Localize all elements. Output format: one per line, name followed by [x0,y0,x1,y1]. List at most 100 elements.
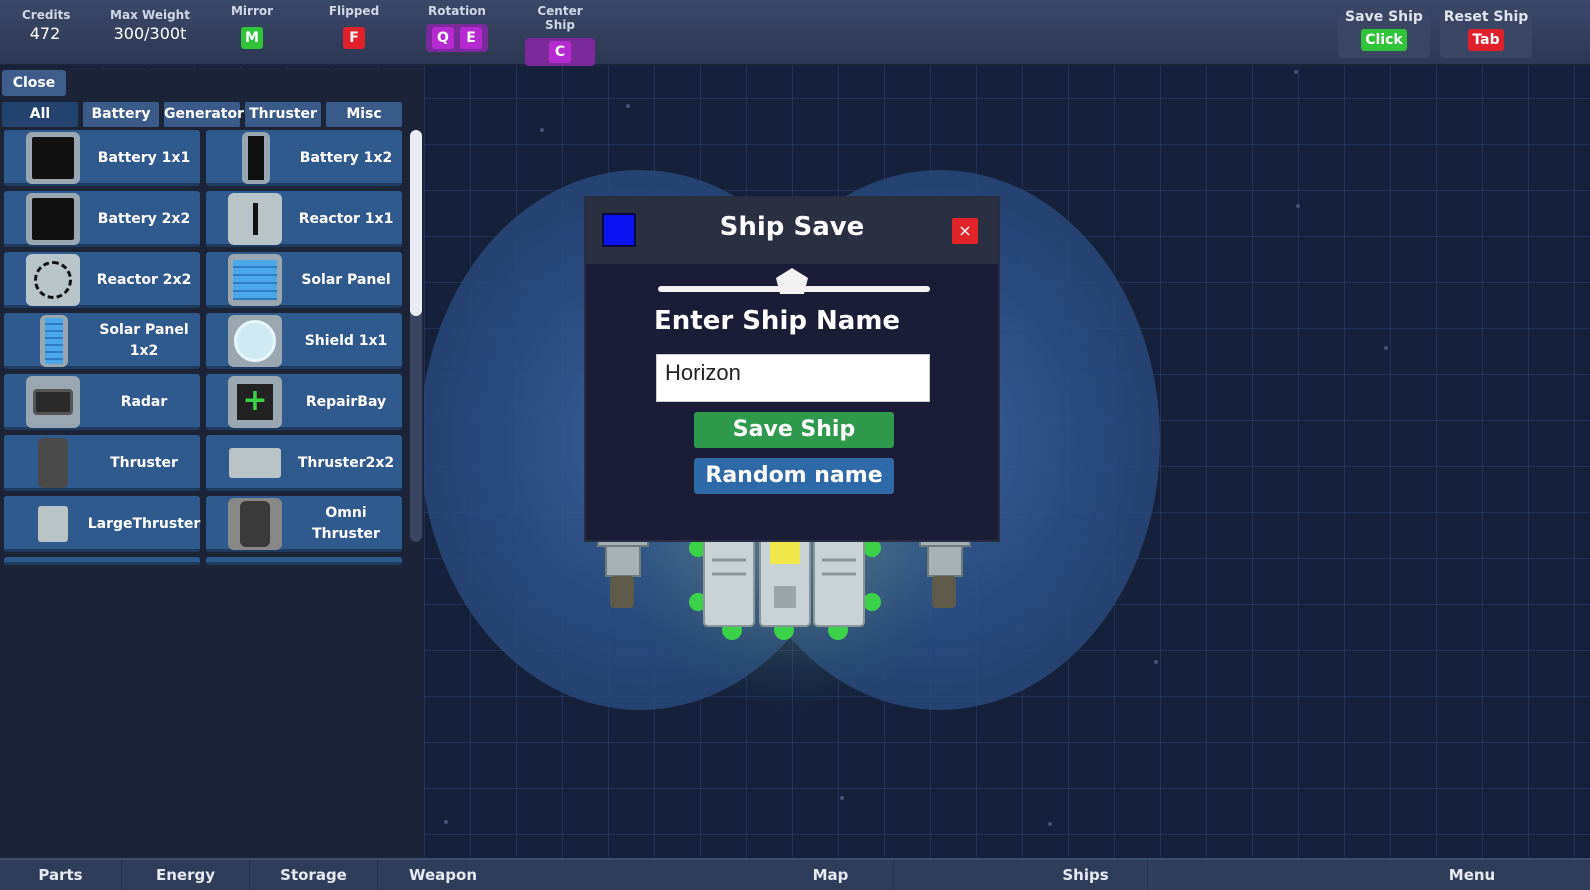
part-omni-thruster[interactable]: Omni Thruster [206,496,402,552]
part-name: Thruster2x2 [297,454,395,471]
reset-ship-button[interactable]: Reset Ship Tab [1440,4,1532,58]
part-name: Battery 1x1 [97,149,191,166]
flipped-key-button[interactable]: F [343,27,365,49]
max-weight-label: Max Weight [110,8,190,22]
nav-map[interactable]: Map [768,860,894,890]
part-name: Reactor 2x2 [96,271,192,288]
part-thruster-2x2[interactable]: Thruster2x2 [206,435,402,491]
flipped-control: Flipped F [324,4,384,52]
repair-bay-icon: + [228,376,282,428]
part-solar-panel-1x2[interactable]: Solar Panel 1x2 [4,313,200,369]
star-dot [1048,822,1052,826]
radar-icon [26,376,80,428]
dialog-header: Ship Save × [586,198,998,264]
save-ship-confirm-button[interactable]: Save Ship [694,412,894,448]
omni-thruster-icon [228,498,282,550]
part-battery-1x2[interactable]: Battery 1x2 [206,130,402,186]
part-radar[interactable]: Radar [4,374,200,430]
part-name: Omni Thruster [312,505,380,542]
part-solar-panel[interactable]: Solar Panel [206,252,402,308]
battery-1x2-icon [242,132,270,184]
nav-parts[interactable]: Parts [0,860,122,890]
part-reactor-2x2[interactable]: Reactor 2x2 [4,252,200,308]
thruster-icon [26,437,80,489]
flipped-label: Flipped [328,4,380,18]
part-name: RepairBay [305,393,387,410]
close-panel-button[interactable]: Close [2,70,66,96]
nav-ships[interactable]: Ships [1024,860,1148,890]
save-ship-label: Save Ship [1345,9,1423,25]
reset-ship-key: Tab [1468,29,1504,51]
tab-battery[interactable]: Battery [83,102,159,127]
rotate-right-key-button[interactable]: E [460,27,482,49]
rotation-control: Rotation Q E [418,4,496,52]
parts-panel: Close All Battery Generator Thruster Mis… [0,68,424,858]
ship-color-swatch[interactable] [602,213,636,247]
star-dot [840,796,844,800]
part-name: Radar [120,393,168,410]
nav-storage[interactable]: Storage [250,860,378,890]
rotation-label: Rotation [428,4,486,18]
reactor-1x1-icon [228,193,282,245]
star-dot [444,820,448,824]
part-battery-2x2[interactable]: Battery 2x2 [4,191,200,247]
battery-2x2-icon [26,193,80,245]
part-row-partial [4,557,200,565]
part-reactor-1x1[interactable]: Reactor 1x1 [206,191,402,247]
star-dot [1294,70,1298,74]
mirror-key-button[interactable]: M [241,27,263,49]
ship-name-input[interactable]: Horizon [656,354,930,402]
nav-energy[interactable]: Energy [122,860,250,890]
part-battery-1x1[interactable]: Battery 1x1 [4,130,200,186]
center-ship-label: Center Ship [537,4,583,32]
rotate-left-key-button[interactable]: Q [432,27,454,49]
part-name: Solar Panel [301,271,391,288]
large-thruster-icon [26,498,80,550]
ship-name-label: Enter Ship Name [654,306,901,336]
color-slider-knob[interactable] [774,266,810,296]
tab-generator[interactable]: Generator [164,102,244,127]
part-name: Battery 2x2 [97,210,191,227]
part-thruster[interactable]: Thruster [4,435,200,491]
solar-panel-1x2-icon [40,315,68,367]
battery-1x1-icon [26,132,80,184]
tab-misc[interactable]: Misc [326,102,402,127]
ship-save-dialog: Ship Save × Enter Ship Name Horizon Save… [584,196,1000,542]
star-dot [1296,204,1300,208]
part-name: Solar Panel 1x2 [99,322,189,359]
dialog-title: Ship Save [719,212,865,242]
bottom-nav-bar: Parts Energy Storage Weapon Map Ships Me… [0,858,1590,890]
credits-value: 472 [29,24,61,43]
part-name: Thruster [110,454,178,471]
star-dot [626,104,630,108]
mirror-label: Mirror [230,4,274,18]
parts-category-tabs: All Battery Generator Thruster Misc [0,102,402,127]
center-ship-key-button[interactable]: C [549,41,571,63]
part-name: Shield 1x1 [304,332,388,349]
shield-icon [228,315,282,367]
parts-scrollbar[interactable] [410,130,422,542]
part-repair-bay[interactable]: + RepairBay [206,374,402,430]
center-ship-control: Center Ship C [522,4,598,66]
part-large-thruster[interactable]: LargeThruster [4,496,200,552]
part-shield-1x1[interactable]: Shield 1x1 [206,313,402,369]
credits-label: Credits [22,8,71,22]
top-toolbar: Credits 472 Max Weight 300/300t Mirror M… [0,0,1590,66]
save-ship-button[interactable]: Save Ship Click [1338,4,1430,58]
max-weight-value: 300/300t [113,24,187,43]
reset-ship-label: Reset Ship [1443,9,1529,25]
nav-menu[interactable]: Menu [1410,860,1534,890]
star-dot [540,128,544,132]
part-row-partial [206,557,402,565]
save-ship-key: Click [1361,29,1407,51]
tab-thruster[interactable]: Thruster [245,102,321,127]
tab-all[interactable]: All [2,102,78,127]
close-dialog-button[interactable]: × [952,218,978,244]
reactor-2x2-icon [26,254,80,306]
scrollbar-thumb[interactable] [410,130,422,316]
star-dot [1384,346,1388,350]
max-weight-stat: Max Weight 300/300t [104,8,196,43]
nav-weapon[interactable]: Weapon [378,860,508,890]
mirror-control: Mirror M [226,4,278,52]
random-name-button[interactable]: Random name [694,458,894,494]
